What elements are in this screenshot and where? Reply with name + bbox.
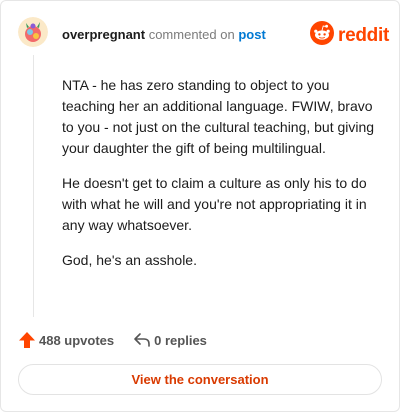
upvote-arrow-icon <box>18 331 36 349</box>
post-link[interactable]: post <box>238 27 265 42</box>
reddit-wordmark: reddit <box>338 24 389 46</box>
comment-paragraph: God, he's an asshole. <box>62 252 197 268</box>
username[interactable]: overpregnant <box>62 27 145 42</box>
reddit-logo[interactable]: reddit <box>310 21 389 50</box>
reddit-snoo-icon <box>310 21 334 50</box>
comment-header: overpregnant commented on post <box>62 28 266 42</box>
reply-button[interactable]: 0 replies <box>133 331 207 349</box>
reply-count: 0 replies <box>154 332 207 348</box>
comment-paragraph: NTA - he has zero standing to object to … <box>62 77 375 156</box>
comment-card: overpregnant commented on post reddit NT… <box>0 0 400 412</box>
comment-body: NTA - he has zero standing to object to … <box>62 75 382 285</box>
comment-paragraph: He doesn't get to claim a culture as onl… <box>62 175 367 233</box>
reply-arrow-icon <box>133 331 151 349</box>
commented-label: commented on <box>148 27 235 42</box>
upvote-count: 488 upvotes <box>39 332 115 348</box>
avatar[interactable] <box>18 17 48 47</box>
upvote-button[interactable]: 488 upvotes <box>18 331 114 349</box>
view-conversation-button[interactable]: View the conversation <box>18 364 382 395</box>
comment-actions: 488 upvotes 0 replies <box>18 331 207 349</box>
thread-line <box>33 55 34 317</box>
